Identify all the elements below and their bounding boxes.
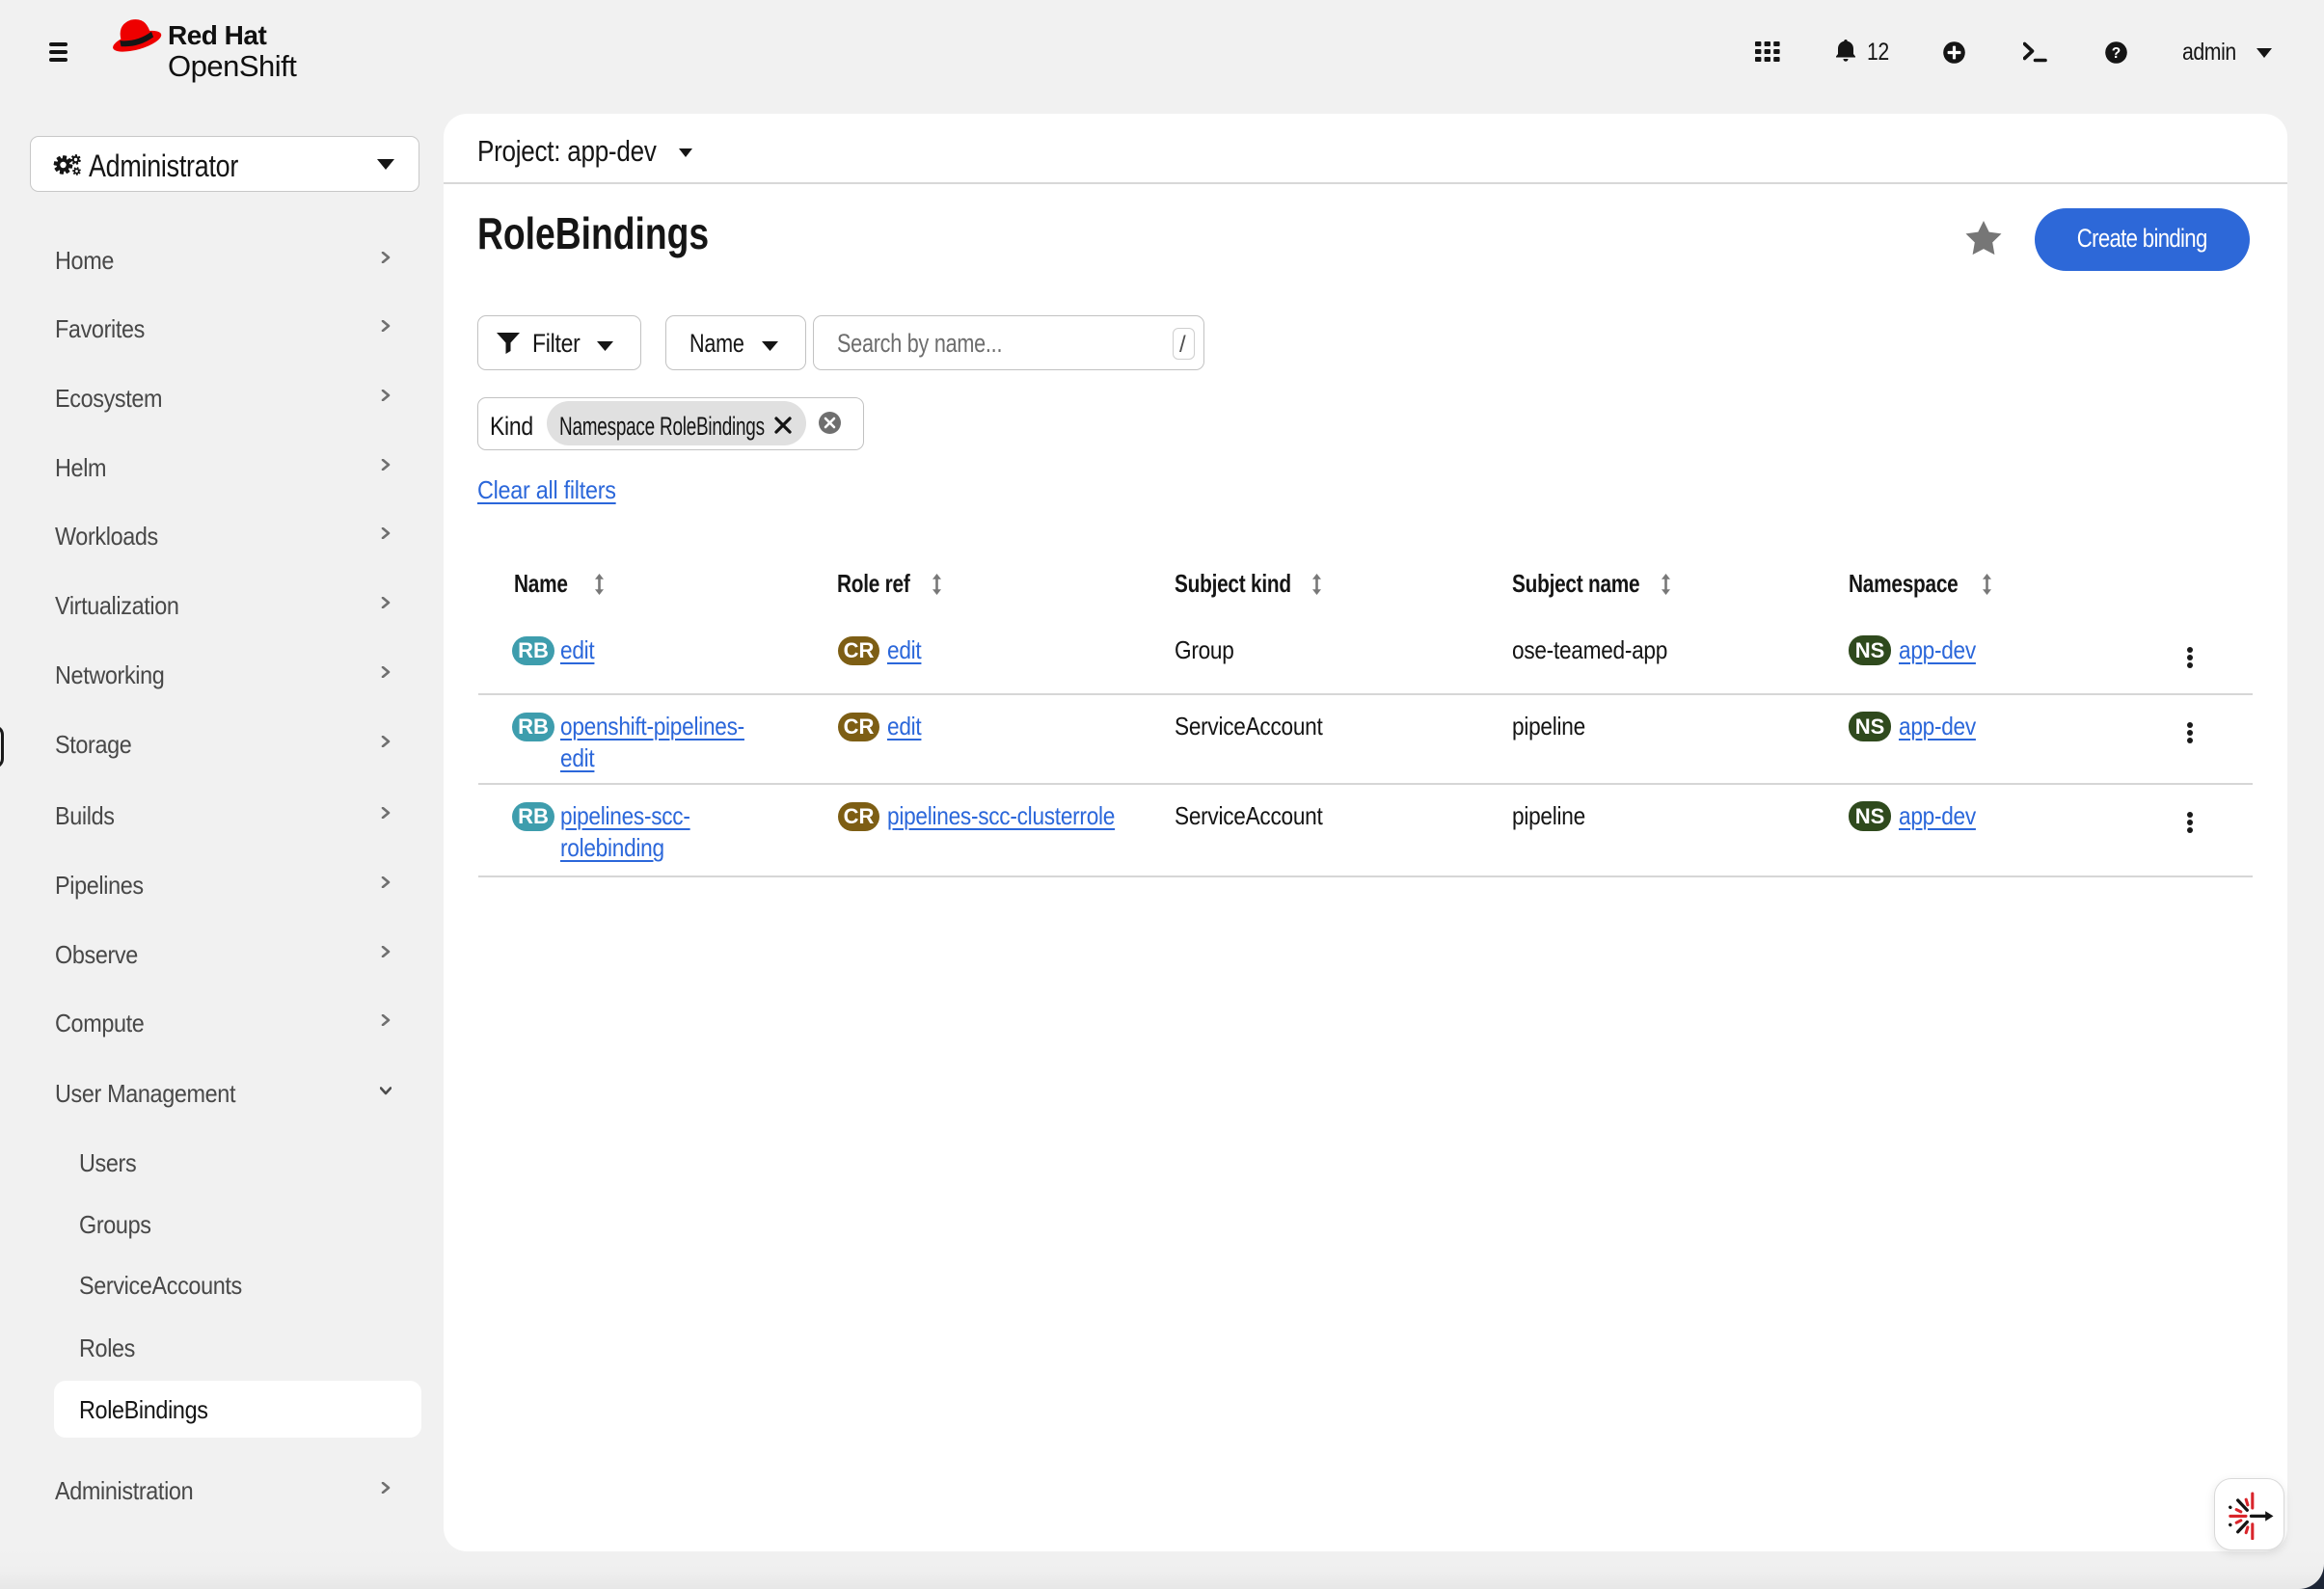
svg-text:?: ? xyxy=(2112,45,2121,62)
